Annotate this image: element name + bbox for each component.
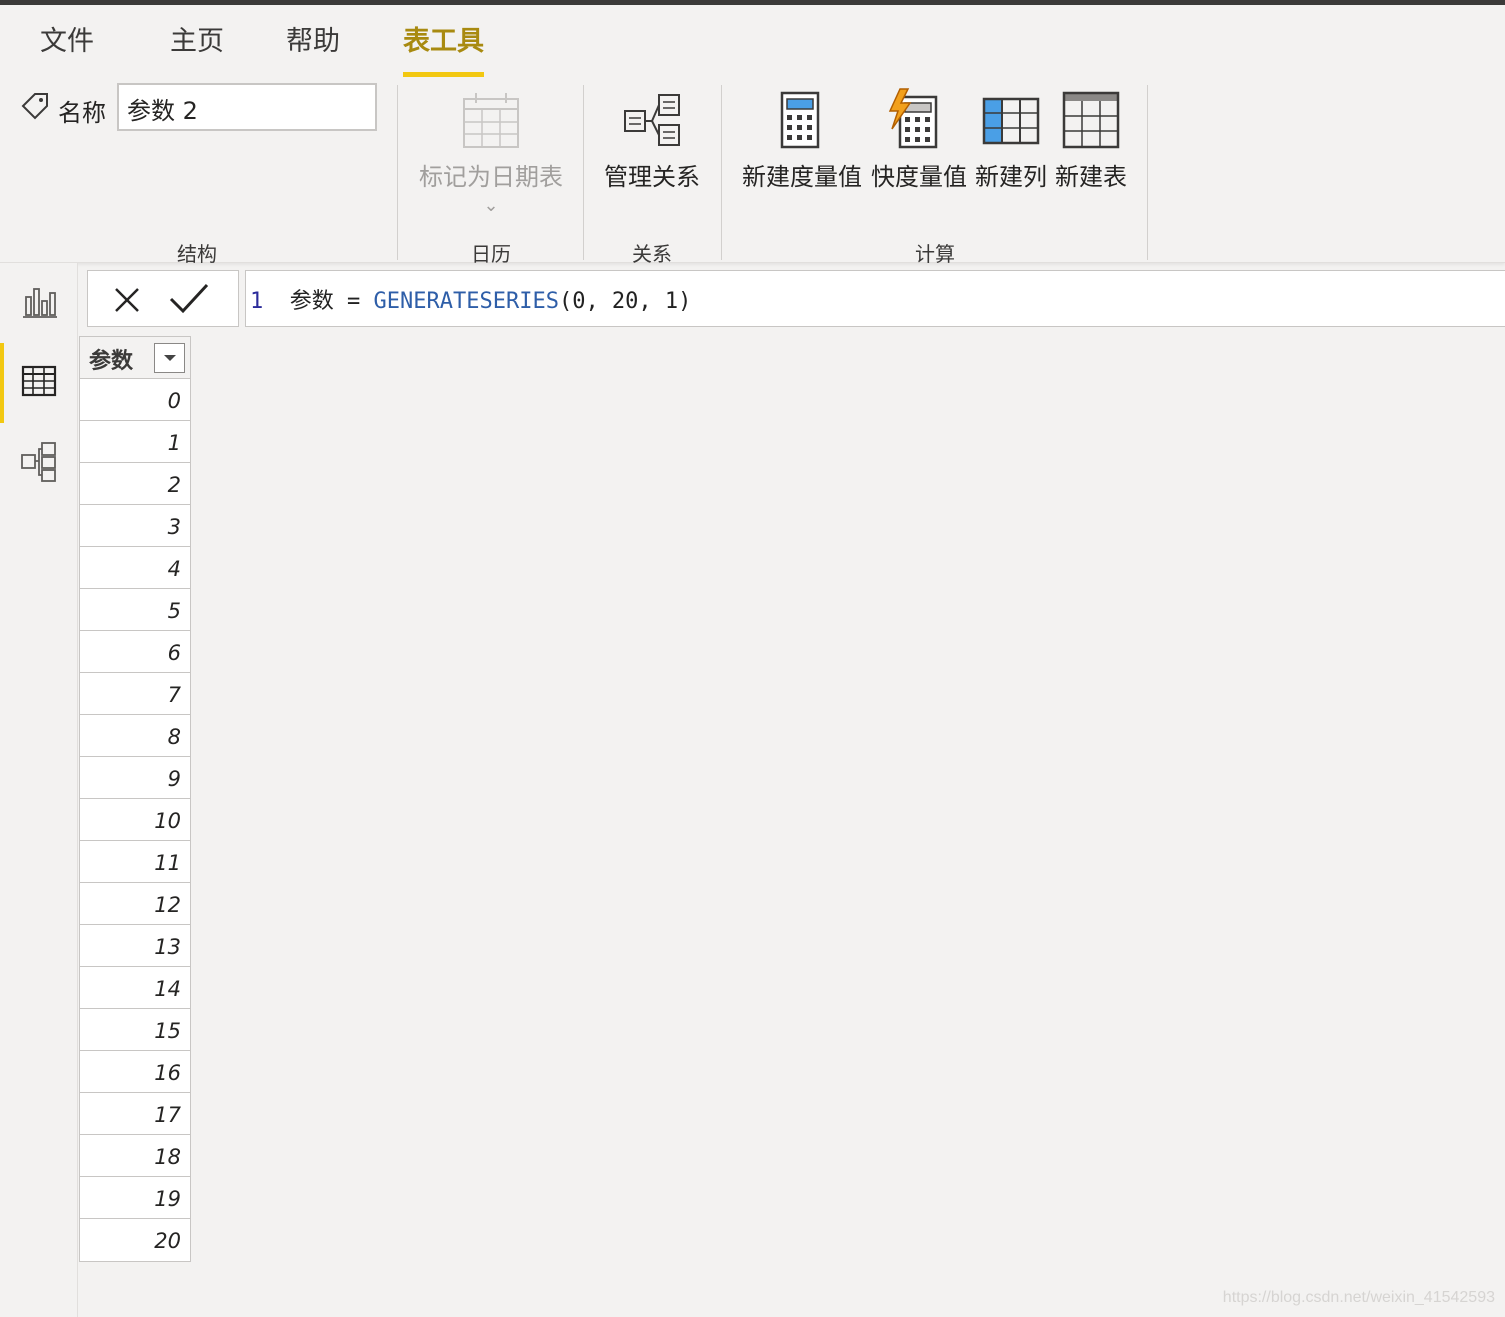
filter-dropdown-icon[interactable] [154,343,185,373]
formula-identifier: 参数 [289,289,334,314]
table-row[interactable]: 1 [80,421,190,463]
view-navigation [0,263,78,1317]
table-row[interactable]: 2 [80,463,190,505]
formula-function: GENERATESERIES [373,289,559,314]
new-measure-button[interactable]: 新建度量值 [740,87,864,227]
table-row[interactable]: 17 [80,1093,190,1135]
new-column-icon [982,97,1040,145]
table-row[interactable]: 9 [80,757,190,799]
tab-file[interactable]: 文件 [40,25,94,77]
group-divider [721,85,722,260]
new-table-icon [1062,91,1120,149]
table-row[interactable]: 20 [80,1219,190,1261]
group-label-calendar: 日历 [471,242,511,266]
model-view-button[interactable] [0,423,78,503]
table-row[interactable]: 16 [80,1051,190,1093]
new-column-label: 新建列 [975,163,1047,191]
group-label-calculations: 计算 [915,242,955,266]
watermark: https://blog.csdn.net/weixin_41542593 [1222,1289,1495,1306]
formula-buttons [87,270,239,327]
new-measure-label: 新建度量值 [742,163,862,191]
table-row[interactable]: 10 [80,799,190,841]
formula-operator: = [347,289,361,314]
formula-arguments: (0, 20, 1) [558,289,692,314]
grid-body: 0 1 2 3 4 5 6 7 8 9 10 11 12 13 14 15 16 17 18 19 20 [80,379,190,1261]
table-row[interactable]: 14 [80,967,190,1009]
chevron-down-icon: ⌄ [483,195,499,216]
commit-icon[interactable] [168,281,210,317]
tab-home[interactable]: 主页 [170,25,224,77]
data-view-button[interactable] [0,343,78,423]
new-column-button[interactable]: 新建列 [972,87,1050,227]
table-row[interactable]: 15 [80,1009,190,1051]
tab-table-tools[interactable]: 表工具 [403,25,484,77]
table-row[interactable]: 19 [80,1177,190,1219]
model-view-icon [21,442,56,482]
table-row[interactable]: 7 [80,673,190,715]
manage-relationships-button[interactable]: 管理关系 [598,87,706,227]
ribbon: 文件 主页 帮助 表工具 名称 参数 2 结构 标记为日期表 ⌄ 日历 管理关系… [0,5,1505,266]
relationships-icon [624,94,680,146]
group-label-structure: 结构 [177,242,217,266]
tag-icon [21,93,48,120]
data-grid: 参数 0 1 2 3 4 5 6 7 8 9 10 11 12 13 14 15 16 17 18 19 20 [79,336,191,1262]
group-label-relationships: 关系 [632,242,672,266]
formula-line-number: 1 [250,289,264,314]
name-label: 名称 [58,99,106,127]
cancel-icon[interactable] [110,283,144,317]
table-row[interactable]: 6 [80,631,190,673]
table-row[interactable]: 3 [80,505,190,547]
tab-help[interactable]: 帮助 [286,25,340,77]
table-row[interactable]: 0 [80,379,190,421]
table-row[interactable]: 18 [80,1135,190,1177]
column-header-label: 参数 [89,349,134,374]
manage-relationships-label: 管理关系 [604,163,700,191]
new-table-label: 新建表 [1055,163,1127,191]
quick-measure-button[interactable]: 快度量值 [868,87,970,227]
table-row[interactable]: 5 [80,589,190,631]
group-divider [583,85,584,260]
quick-measure-label: 快度量值 [871,163,967,191]
formula-editor[interactable]: 1 参数 = GENERATESERIES(0, 20, 1) [245,270,1505,327]
report-view-icon [23,288,57,318]
column-header[interactable]: 参数 [80,337,190,379]
calendar-icon [463,93,519,148]
calculator-icon [780,91,820,149]
table-row[interactable]: 8 [80,715,190,757]
report-view-button[interactable] [0,263,78,343]
quick-measure-icon [888,88,938,149]
data-view-icon [21,365,57,397]
table-name-input[interactable]: 参数 2 [117,83,377,131]
table-row[interactable]: 11 [80,841,190,883]
mark-date-table-label: 标记为日期表 [419,163,563,191]
table-row[interactable]: 4 [80,547,190,589]
group-divider [397,85,398,260]
new-table-button[interactable]: 新建表 [1052,87,1130,227]
mark-date-table-button[interactable]: 标记为日期表 ⌄ [412,87,570,227]
table-row[interactable]: 12 [80,883,190,925]
group-divider [1147,85,1148,260]
table-row[interactable]: 13 [80,925,190,967]
